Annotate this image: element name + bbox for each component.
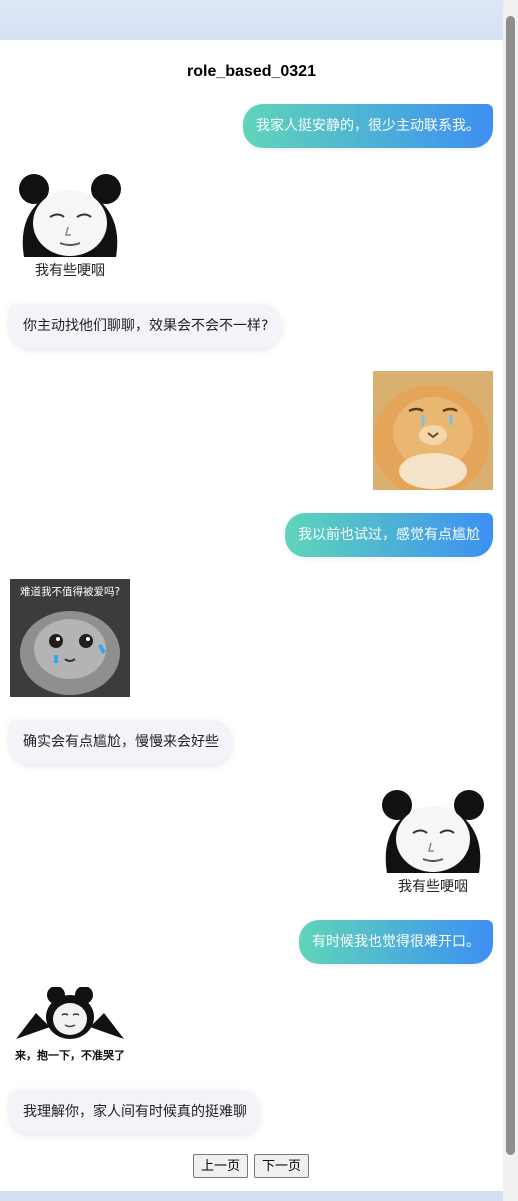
bot-message: 你主动找他们聊聊，效果会不会不一样? xyxy=(10,304,282,348)
panda-hug-sticker: 来，抱一下，不准哭了 xyxy=(10,987,130,1065)
panda-sticker: 我有些哽咽 xyxy=(373,787,493,897)
crying-cat-sticker xyxy=(373,371,493,490)
page-title: role_based_0321 xyxy=(187,63,316,80)
cat-caption: 难道我不值得被爱吗? xyxy=(20,585,120,598)
bot-message: 确实会有点尴尬，慢慢来会好些 xyxy=(10,720,232,764)
panda-caption: 我有些哽咽 xyxy=(35,263,105,279)
prev-page-button[interactable]: 上一页 xyxy=(193,1154,249,1178)
panda-caption: 我有些哽咽 xyxy=(398,879,468,895)
bottom-banner xyxy=(0,1191,503,1201)
user-message: 我以前也试过，感觉有点尴尬 xyxy=(285,513,493,557)
user-message: 我家人挺安静的，很少主动联系我。 xyxy=(243,104,493,148)
user-message: 有时候我也觉得很难开口。 xyxy=(299,920,493,964)
hug-caption: 来，抱一下，不准哭了 xyxy=(14,1048,125,1062)
top-banner xyxy=(0,0,503,40)
scrollbar-thumb[interactable] xyxy=(506,16,515,1155)
next-page-button[interactable]: 下一页 xyxy=(254,1154,310,1178)
sad-kitten-sticker: 难道我不值得被爱吗? xyxy=(10,579,130,697)
panda-sticker: 我有些哽咽 xyxy=(10,171,130,281)
bot-message: 我理解你，家人间有时候真的挺难聊 xyxy=(10,1090,260,1134)
